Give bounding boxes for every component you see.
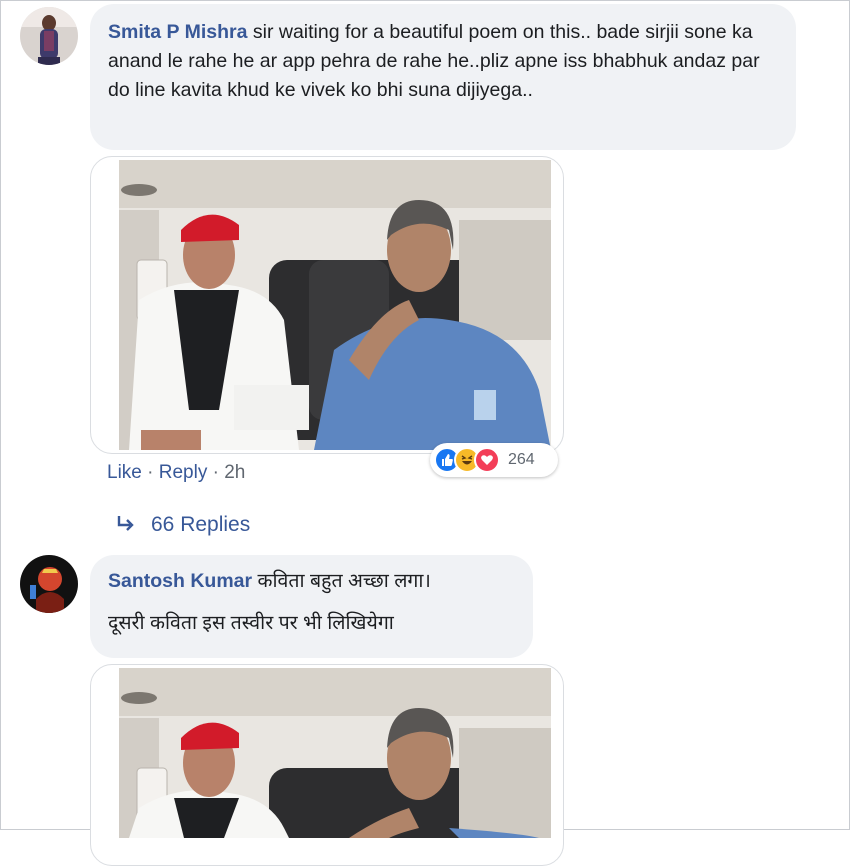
helicopter-photo [119, 160, 551, 450]
comment-text-line: दूसरी कविता इस तस्वीर पर भी लिखियेगा [108, 612, 394, 634]
reactions-summary[interactable]: 264 [430, 443, 558, 477]
comment-photo[interactable] [90, 664, 564, 866]
comment-photo[interactable] [90, 156, 564, 454]
reply-link[interactable]: Reply [159, 462, 208, 483]
separator-dot: · [212, 462, 219, 483]
replies-count: 66 Replies [151, 513, 251, 536]
comment-author[interactable]: Smita P Mishra [108, 21, 247, 43]
love-icon [474, 447, 500, 473]
separator-dot: · [147, 462, 154, 483]
reaction-count: 264 [508, 451, 535, 468]
comment-actions: Like · Reply · 2h [107, 462, 245, 484]
view-replies-link[interactable]: 66 Replies [115, 512, 250, 537]
helicopter-photo [119, 668, 551, 838]
comment-timestamp[interactable]: 2h [224, 462, 245, 483]
comment-text: कविता बहुत अच्छा लगा। [252, 570, 431, 592]
like-link[interactable]: Like [107, 462, 142, 483]
commenter-avatar[interactable] [20, 7, 78, 65]
comment-author[interactable]: Santosh Kumar [108, 570, 252, 592]
comment-bubble: Smita P Mishra sir waiting for a beautif… [90, 4, 796, 150]
commenter-avatar[interactable] [20, 555, 78, 613]
comment-bubble: Santosh Kumar कविता बहुत अच्छा लगा। दूसर… [90, 555, 533, 658]
reply-arrow-icon [117, 516, 134, 531]
